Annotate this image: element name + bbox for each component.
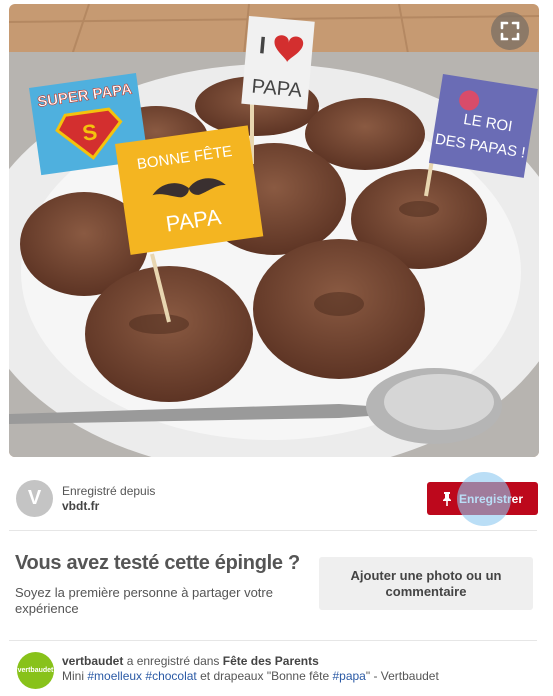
flag-le-roi-des-papas: LE ROI DES PAPAS ! <box>428 74 538 178</box>
tried-heading: Vous avez testé cette épingle ? <box>15 552 300 574</box>
divider <box>9 640 537 641</box>
save-button-label: Enregistrer <box>458 491 524 506</box>
pin-description: Mini #moelleux #chocolat et drapeaux "Bo… <box>62 669 439 683</box>
user-name-link[interactable]: vertbaudet <box>62 654 123 668</box>
hashtag-link[interactable]: #chocolat <box>145 669 196 683</box>
user-avatar[interactable]: vertbaudet <box>17 652 54 689</box>
description-text: Mini <box>62 669 88 683</box>
activity-row: vertbaudet vertbaudet a enregistré dans … <box>17 652 537 692</box>
pushpin-icon <box>442 491 451 506</box>
divider <box>9 530 537 531</box>
source-domain-link[interactable]: vbdt.fr <box>62 499 99 513</box>
board-name-link[interactable]: Fête des Parents <box>223 654 319 668</box>
save-button[interactable]: Enregistrer <box>427 482 538 515</box>
activity-action: a enregistré dans <box>123 654 223 668</box>
source-avatar[interactable]: V <box>16 480 53 517</box>
flag-heart-papa: I PAPA <box>241 16 315 110</box>
saved-from-label: Enregistré depuis <box>62 484 156 498</box>
hashtag-link[interactable]: #moelleux <box>87 669 142 683</box>
pin-image[interactable]: SUPER PAPA S I PAPA BONNE FÊTE PAPA LE R… <box>9 4 539 457</box>
activity-text: vertbaudet a enregistré dans Fête des Pa… <box>62 654 319 668</box>
description-text: et drapeaux "Bonne fête <box>196 669 333 683</box>
description-text: " - Vertbaudet <box>365 669 439 683</box>
flag-bonne-fete-papa: BONNE FÊTE PAPA <box>115 125 264 255</box>
svg-text:PAPA: PAPA <box>251 76 304 102</box>
expand-corners-icon <box>500 21 520 41</box>
expand-image-button[interactable] <box>491 12 529 50</box>
hashtag-link[interactable]: #papa <box>332 669 365 683</box>
tried-subtitle: Soyez la première personne à partager vo… <box>15 585 273 616</box>
source-row: V Enregistré depuis vbdt.fr Enregistrer <box>16 478 538 520</box>
add-photo-comment-button[interactable]: Ajouter une photo ou un commentaire <box>319 557 533 610</box>
